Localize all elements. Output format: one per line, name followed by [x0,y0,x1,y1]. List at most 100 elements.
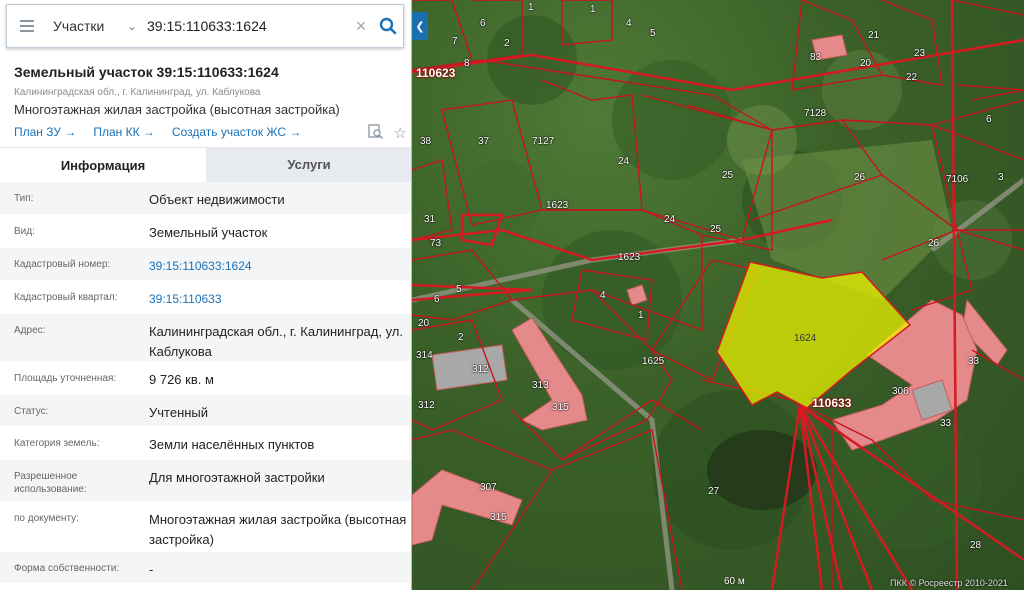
tab-bar: Информация Услуги [0,147,411,182]
detail-label: Разрешенное использование: [14,471,87,495]
detail-row-permitted-use: Разрешенное использование: Для многоэтаж… [0,460,411,502]
locate-on-map-icon[interactable] [367,124,384,144]
parcel-label: 4 [600,290,606,301]
detail-row-land-category: Категория земель: Земли населённых пункт… [0,427,411,460]
menu-icon[interactable] [7,20,47,32]
parcel-label: 3 [998,172,1004,183]
parcel-label: 7106 [946,174,969,185]
cadastral-quarter-link[interactable]: 39:15:110633 [149,289,411,306]
page-title: Земельный участок 39:15:110633:1624 [14,64,279,80]
search-icon[interactable] [373,17,403,35]
clear-icon[interactable]: × [349,16,373,37]
detail-value: Учтенный [149,405,209,420]
parcel-label: 22 [906,72,918,83]
parcel-label: 312 [418,400,435,411]
category-label: Участки [53,18,105,34]
detail-label: Форма собственности: [14,563,120,574]
parcel-label: 33 [968,356,980,367]
chevron-down-icon: ⌄ [126,19,137,33]
detail-row-area: Площадь уточненная: 9 726 кв. м [0,362,411,395]
category-select[interactable]: Участки ⌄ [47,18,143,34]
map-copyright: ПКК © Росреестр 2010-2021 [890,578,1008,588]
parcel-label: 1623 [546,200,569,211]
detail-label: Вид: [14,226,35,237]
detail-row-kind: Вид: Земельный участок [0,215,411,248]
parcel-label: 4 [626,18,632,29]
parcel-label: 314 [416,350,433,361]
parcel-label: 307 [480,482,497,493]
parcel-label: 1 [528,2,534,13]
detail-row-cadastral-number: Кадастровый номер: 39:15:110633:1624 [0,248,411,281]
parcel-label: 315 [552,402,569,413]
parcel-label: 1623 [618,252,641,263]
parcel-label: 24 [664,214,676,225]
action-links: План ЗУ → План КК → Создать участок ЖС → [14,125,404,139]
parcel-label: 31 [424,214,436,225]
create-parcel-link[interactable]: Создать участок ЖС → [172,125,301,139]
details-table: Тип: Объект недвижимости Вид: Земельный … [0,182,411,584]
detail-label: Адрес: [14,325,46,336]
parcel-label: 8 [464,58,470,69]
detail-label: Площадь уточненная: [14,373,117,384]
parcel-label: 1625 [642,356,665,367]
quarter-label: 110633 [812,396,852,410]
star-icon[interactable]: ☆ [394,124,407,144]
cadastral-map-layer [412,0,1024,590]
plan-zu-link[interactable]: План ЗУ → [14,125,76,139]
tab-services[interactable]: Услуги [206,147,411,182]
parcel-label: 313 [532,380,549,391]
detail-label: по документу: [14,513,79,524]
detail-value: Для многоэтажной застройки [149,470,325,485]
detail-label: Кадастровый номер: [14,259,111,270]
detail-row-by-document: по документу: Многоэтажная жилая застрой… [0,502,411,552]
parcel-label: 27 [708,486,720,497]
detail-row-address: Адрес: Калининградская обл., г. Калининг… [0,314,411,362]
parcel-label: 20 [418,318,430,329]
detail-label: Статус: [14,406,49,417]
detail-value: Земельный участок [149,225,268,240]
detail-value: Калининградская обл., г. Калининград, ул… [149,324,403,359]
parcel-label-selected[interactable]: 1624 [794,333,816,344]
tab-information[interactable]: Информация [0,147,206,182]
parcel-label: 21 [868,30,880,41]
map-view[interactable]: 6 2 5 4 8 1 7 1 83 21 20 22 23 7128 6 38… [412,0,1024,590]
detail-row-cadastral-quarter: Кадастровый квартал: 39:15:110633 [0,281,411,314]
parcel-label: 1 [590,4,596,15]
pond [707,430,817,510]
map-scale: 60 м [724,576,745,587]
collapse-panel-button[interactable]: ❮ [412,12,428,40]
parcel-label: 24 [618,156,630,167]
parcel-label: 5 [650,28,656,39]
info-panel: Участки ⌄ × Земельный участок 39:15:1106… [0,0,412,590]
detail-value: - [149,562,154,577]
detail-label: Тип: [14,193,34,204]
parcel-label: 306 [892,386,909,397]
parcel-label: 26 [928,238,940,249]
parcel-label: 7127 [532,136,555,147]
parcel-label: 26 [854,172,866,183]
object-address: Калининградская обл., г. Калининград, ул… [14,87,261,98]
search-input[interactable] [143,18,349,34]
parcel-label: 73 [430,238,442,249]
parcel-label: 2 [458,332,464,343]
parcel-label: 2 [504,38,510,49]
parcel-label: 315 [490,512,507,523]
parcel-label: 7 [452,36,458,47]
parcel-label: 6 [434,294,440,305]
plan-kk-link[interactable]: План КК → [93,125,155,139]
detail-value: 9 726 кв. м [149,372,214,387]
parcel-label: 6 [986,114,992,125]
detail-label: Кадастровый квартал: [14,292,118,303]
cadastral-number-link[interactable]: 39:15:110633:1624 [149,256,411,273]
parcel-label: 312 [472,364,489,375]
parcel-label: 37 [478,136,490,147]
detail-value: Многоэтажная жилая застройка (высотная з… [149,512,407,547]
detail-row-type: Тип: Объект недвижимости [0,182,411,215]
header-tools: ☆ [367,124,407,144]
parcel-label: 25 [722,170,734,181]
parcel-label: 23 [914,48,926,59]
parcel-label: 25 [710,224,722,235]
detail-value: Земли населённых пунктов [149,437,315,452]
parcel-label: 38 [420,136,432,147]
object-header: Земельный участок 39:15:110633:1624 Кали… [14,64,404,139]
